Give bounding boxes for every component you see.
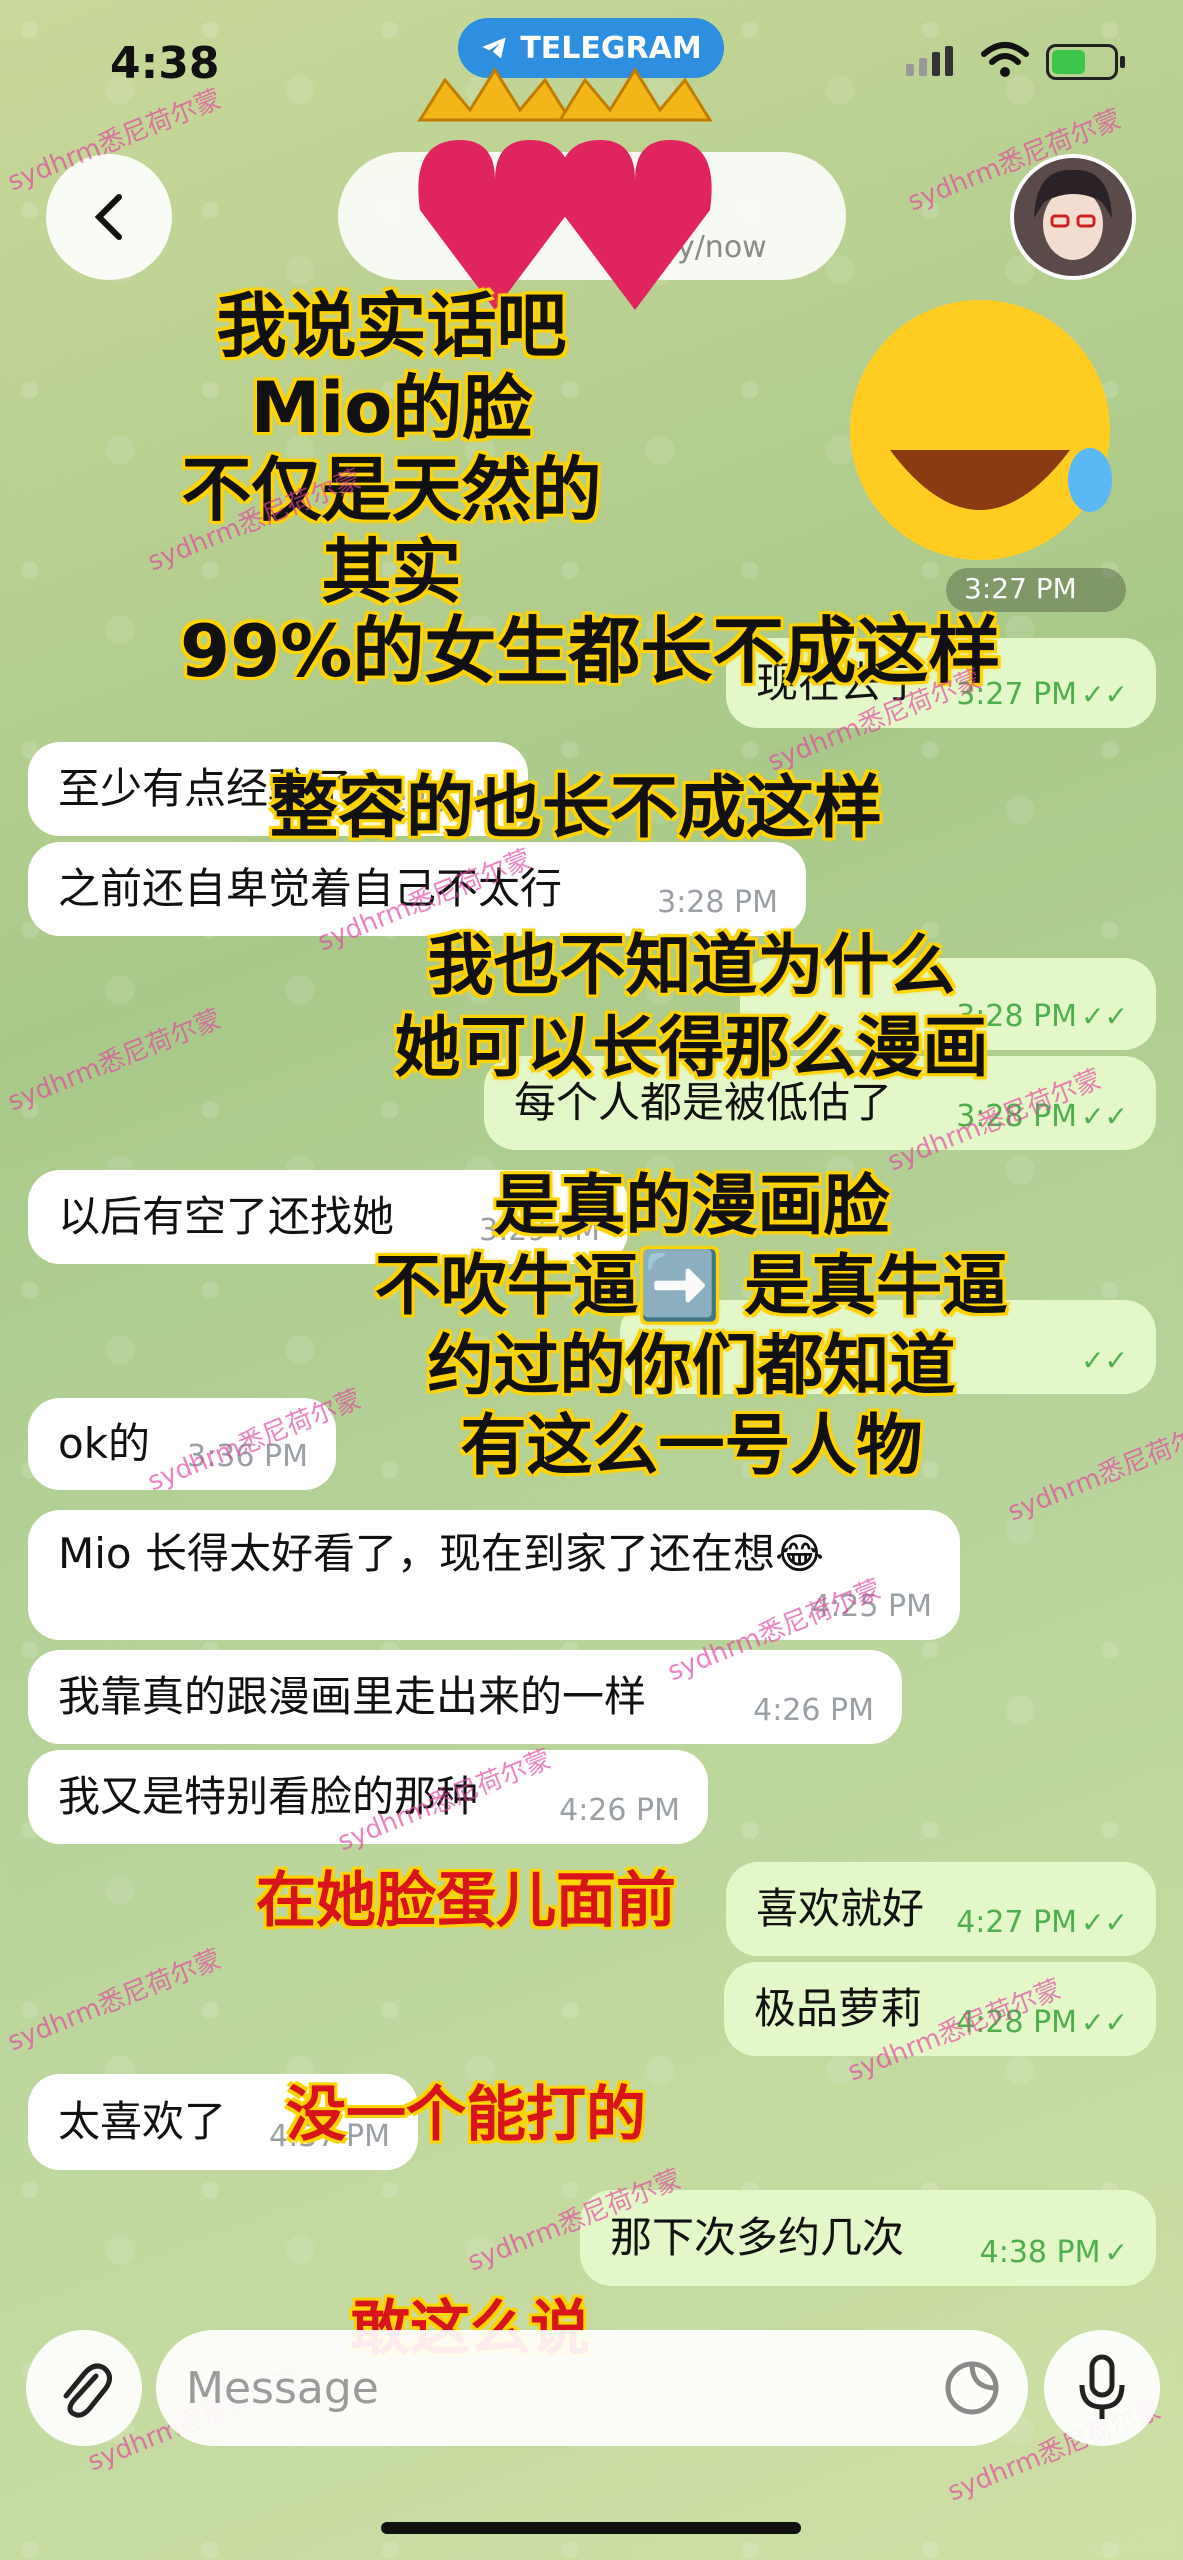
overlay-red-line: 没一个能打的 — [286, 2080, 646, 2150]
home-indicator — [381, 2522, 801, 2534]
message-text: 那下次多约几次 — [610, 2213, 905, 2262]
message-bubble[interactable]: 我靠真的跟漫画里走出来的一样 4:26 PM — [28, 1650, 902, 1744]
battery-icon — [1046, 44, 1125, 80]
wifi-icon — [981, 42, 1029, 77]
microphone-button[interactable] — [1044, 2330, 1160, 2446]
message-bubble[interactable]: 那下次多约几次 4:38 PM ✓ — [580, 2190, 1156, 2286]
avatar-image — [1014, 158, 1132, 276]
overlay-line: 整容的也长不成这样 — [270, 769, 883, 848]
message-time: 4:38 PM ✓ — [979, 2235, 1128, 2270]
overlay-red-line: 在她脸蛋儿面前 — [256, 1866, 676, 1936]
message-text: ok的 — [58, 1419, 151, 1468]
chevron-left-icon — [94, 194, 122, 240]
contact-avatar[interactable] — [1010, 154, 1136, 280]
message-text: 太喜欢了 — [58, 2097, 227, 2146]
message-time: 4:26 PM — [753, 1693, 874, 1728]
overlay-line: 99%的女生都长不成这样 — [180, 609, 1001, 693]
microphone-icon — [1079, 2354, 1125, 2419]
message-text: Mio 长得太好看了，现在到家了还在想😂 — [58, 1529, 825, 1578]
message-text: 极品萝莉 — [754, 1984, 923, 2033]
paperclip-icon — [63, 2363, 112, 2418]
message-bubble[interactable]: 喜欢就好 4:27 PM ✓✓ — [726, 1862, 1156, 1956]
attach-button[interactable] — [26, 2330, 142, 2446]
cellular-signal-icon — [906, 46, 953, 76]
overlay-line: 她可以长得那么漫画 — [394, 1009, 989, 1086]
message-input[interactable] — [186, 2330, 946, 2446]
message-text: 我靠真的跟漫画里走出来的一样 — [58, 1672, 647, 1721]
message-time: 4:27 PM ✓✓ — [956, 1905, 1128, 1940]
telegram-plane-icon — [482, 37, 506, 59]
message-time: 4:26 PM — [559, 1793, 680, 1828]
sticker-icon[interactable] — [942, 2358, 1002, 2418]
message-text: 喜欢就好 — [756, 1884, 925, 1933]
message-input-pill[interactable] — [156, 2330, 1028, 2446]
